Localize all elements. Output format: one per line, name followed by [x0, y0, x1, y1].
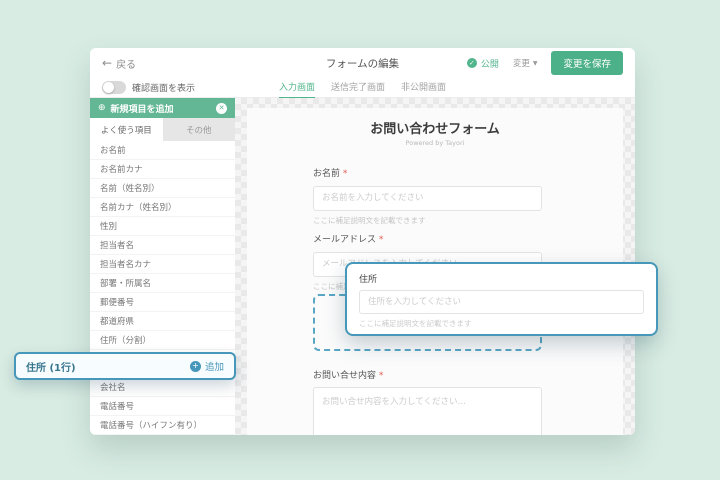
- sidebar-item-name-kana-split[interactable]: 名前カナ（姓名別）: [90, 198, 235, 217]
- field-name-helper: ここに補足説明文を記載できます: [313, 215, 542, 226]
- required-mark: *: [379, 235, 384, 245]
- save-button[interactable]: 変更を保存: [551, 51, 623, 75]
- sidebar-item-name-kana[interactable]: お名前カナ: [90, 160, 235, 179]
- dragged-field-label: 住所: [359, 272, 644, 285]
- page-background: ← 戻る フォームの編集 ✓ 公開 変更 ▼ 変更を保存 確認画面を表示: [0, 0, 720, 480]
- back-arrow-icon: ←: [102, 57, 112, 69]
- change-dropdown[interactable]: 変更 ▼: [513, 57, 538, 69]
- sidebar-tab-frequent[interactable]: よく使う項目: [90, 118, 163, 141]
- close-icon[interactable]: ✕: [216, 103, 227, 114]
- form-title: お問い合わせフォーム: [247, 118, 623, 137]
- field-message-label: お問い合せ内容 *: [313, 368, 542, 381]
- sidebar-item-company[interactable]: 会社名: [90, 378, 235, 397]
- name-input[interactable]: [313, 186, 542, 211]
- required-mark: *: [379, 371, 384, 381]
- tab-input-screen[interactable]: 入力画面: [279, 77, 315, 99]
- sidebar-title: 新規項目を追加: [111, 102, 211, 115]
- toggle-knob: [103, 82, 114, 93]
- required-mark: *: [343, 169, 348, 179]
- field-name-label-text: お名前: [313, 169, 340, 179]
- confirm-screen-toggle-label: 確認画面を表示: [132, 81, 195, 94]
- sidebar-item-phone[interactable]: 電話番号: [90, 397, 235, 416]
- sidebar-item-department[interactable]: 部署・所属名: [90, 274, 235, 293]
- sidebar-item-prefecture[interactable]: 都道府県: [90, 312, 235, 331]
- field-email-label-text: メールアドレス: [313, 235, 376, 245]
- sidebar-item-contact-name-kana[interactable]: 担当者名カナ: [90, 255, 235, 274]
- field-email-label: メールアドレス *: [313, 232, 542, 245]
- sidebar-header: ⊕ 新規項目を追加 ✕: [90, 98, 235, 118]
- sidebar-drag-item-address-oneline[interactable]: 住所 (1行) + 追加: [14, 352, 236, 380]
- dragged-field-helper: ここに補足説明文を記載できます: [359, 318, 644, 329]
- sidebar-item-phone-hyphen[interactable]: 電話番号（ハイフン有り）: [90, 416, 235, 435]
- powered-by: Powered by Tayori: [247, 139, 623, 147]
- sidebar-item-zipcode[interactable]: 郵便番号: [90, 293, 235, 312]
- dragged-field-card[interactable]: 住所 ここに補足説明文を記載できます: [345, 262, 658, 336]
- sidebar-item-name-split[interactable]: 名前（姓名別）: [90, 179, 235, 198]
- field-item-list: お名前 お名前カナ 名前（姓名別） 名前カナ（姓名別） 性別 担当者名 担当者名…: [90, 141, 235, 435]
- sidebar-item-name[interactable]: お名前: [90, 141, 235, 160]
- sidebar-item-address-split[interactable]: 住所（分割）: [90, 331, 235, 350]
- add-circle-icon: ⊕: [98, 104, 106, 113]
- sidebar-item-contact-name[interactable]: 担当者名: [90, 236, 235, 255]
- confirm-screen-toggle[interactable]: [102, 81, 126, 94]
- tab-complete-screen[interactable]: 送信完了画面: [331, 77, 385, 99]
- message-textarea[interactable]: [313, 387, 542, 435]
- field-name-label: お名前 *: [313, 166, 542, 179]
- sidebar-item-gender[interactable]: 性別: [90, 217, 235, 236]
- tab-private-screen[interactable]: 非公開画面: [401, 77, 446, 99]
- back-button[interactable]: ← 戻る: [102, 56, 136, 71]
- publish-check-icon: ✓: [467, 58, 477, 68]
- field-message: お問い合せ内容 *: [313, 368, 542, 435]
- sidebar-tab-other[interactable]: その他: [163, 118, 236, 141]
- back-label: 戻る: [116, 56, 136, 71]
- drag-item-label: 住所 (1行): [26, 359, 76, 374]
- field-name: お名前 * ここに補足説明文を記載できます: [313, 166, 542, 226]
- field-message-label-text: お問い合せ内容: [313, 371, 376, 381]
- publish-status-badge: ✓ 公開: [467, 57, 499, 70]
- add-field-sidebar: ⊕ 新規項目を追加 ✕ よく使う項目 その他 お名前 お名前カナ 名前（姓名別）…: [90, 98, 235, 435]
- sidebar-tabs: よく使う項目 その他: [90, 118, 235, 141]
- chevron-down-icon: ▼: [533, 60, 538, 67]
- sub-bar: 確認画面を表示 入力画面 送信完了画面 非公開画面: [90, 78, 635, 98]
- address-input[interactable]: [359, 290, 644, 314]
- publish-status-label: 公開: [481, 57, 499, 70]
- add-button-label: 追加: [205, 359, 224, 373]
- top-bar: ← 戻る フォームの編集 ✓ 公開 変更 ▼ 変更を保存: [90, 48, 635, 78]
- add-button[interactable]: + 追加: [190, 359, 224, 373]
- confirm-screen-toggle-group: 確認画面を表示: [102, 81, 195, 94]
- change-dropdown-label: 変更: [513, 57, 530, 69]
- plus-circle-icon: +: [190, 361, 201, 372]
- topbar-actions: ✓ 公開 変更 ▼ 変更を保存: [467, 51, 623, 75]
